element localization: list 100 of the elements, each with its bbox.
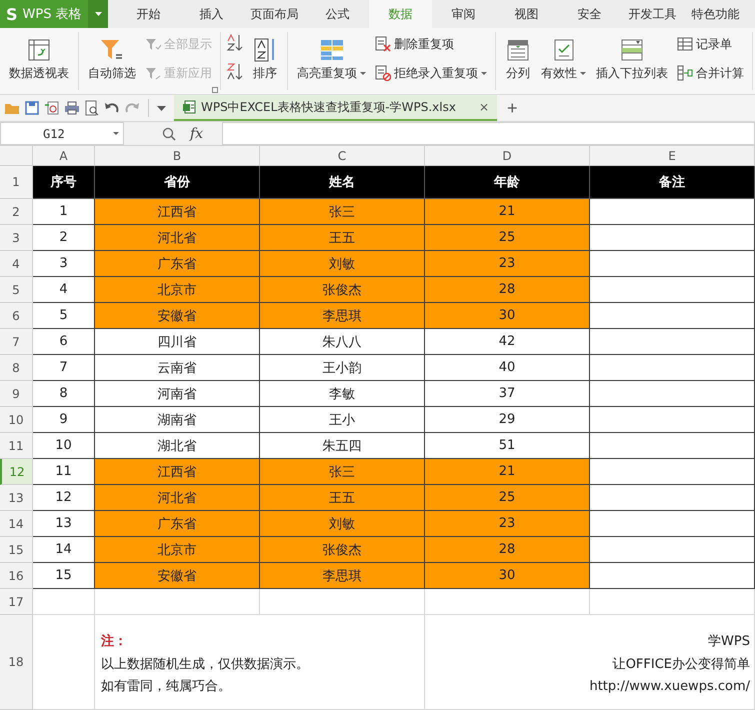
table-cell: 张三 xyxy=(260,199,425,225)
ribbon-button[interactable]: 合并计算 xyxy=(675,63,746,83)
caret-icon xyxy=(580,72,586,74)
name-box[interactable]: G12 xyxy=(0,122,124,145)
zoom-icon[interactable] xyxy=(162,126,176,140)
funnel-icon xyxy=(145,37,161,51)
caret-icon xyxy=(94,12,102,16)
column-header[interactable]: B xyxy=(95,146,260,166)
menu-tab[interactable]: 视图 xyxy=(495,0,558,28)
caret-icon[interactable] xyxy=(157,106,166,110)
row-header[interactable]: 15 xyxy=(0,537,33,563)
table-cell: 广东省 xyxy=(95,511,260,537)
header-cell: 姓名 xyxy=(260,166,425,199)
table-cell: 刘敏 xyxy=(260,511,425,537)
ribbon-button[interactable]: 分列 xyxy=(502,32,534,90)
ribbon-button[interactable]: 高亮重复项 xyxy=(294,32,369,90)
row-header[interactable]: 14 xyxy=(0,511,33,537)
ribbon-button[interactable]: 排序 xyxy=(249,32,281,90)
table-cell: 42 xyxy=(425,329,590,355)
row-header[interactable]: 5 xyxy=(0,277,33,303)
row-header[interactable]: 12 xyxy=(0,459,33,485)
row-header[interactable]: 10 xyxy=(0,407,33,433)
table-cell: 王五 xyxy=(260,225,425,251)
caret-icon xyxy=(113,132,119,135)
note-text: 如有雷同，纯属巧合。 xyxy=(101,678,231,696)
funnel-icon xyxy=(145,66,161,80)
print-icon[interactable] xyxy=(64,100,80,116)
export-document-icon[interactable] xyxy=(44,100,60,116)
header-cell: 序号 xyxy=(33,166,95,199)
table-cell: 河南省 xyxy=(95,381,260,407)
table-cell: 河北省 xyxy=(95,225,260,251)
row-header[interactable]: 6 xyxy=(0,303,33,329)
row-header[interactable]: 18 xyxy=(0,615,33,710)
table-cell: 30 xyxy=(425,563,590,589)
row-header[interactable]: 2 xyxy=(0,199,33,225)
app-menu-button[interactable] xyxy=(88,0,108,28)
formula-input[interactable] xyxy=(222,122,755,145)
row-header[interactable]: 11 xyxy=(0,433,33,459)
menu-tab[interactable]: 开发工具 xyxy=(621,0,684,28)
spreadsheet-file-icon xyxy=(182,100,196,114)
row-header[interactable]: 17 xyxy=(0,589,33,615)
close-tab-button[interactable]: × xyxy=(478,100,490,114)
table-cell: 江西省 xyxy=(95,199,260,225)
table-cell: 25 xyxy=(425,225,590,251)
column-header[interactable]: A xyxy=(33,146,95,166)
table-cell: 安徽省 xyxy=(95,563,260,589)
new-tab-button[interactable]: + xyxy=(507,98,518,118)
column-header[interactable]: D xyxy=(425,146,590,166)
row-header[interactable]: 7 xyxy=(0,329,33,355)
pivot-table-icon xyxy=(26,36,52,62)
merge-icon xyxy=(677,65,693,81)
table-cell: 37 xyxy=(425,381,590,407)
row-header[interactable]: 16 xyxy=(0,563,33,589)
credit-text: http://www.xuewps.com/ xyxy=(589,678,750,696)
ribbon-button[interactable]: 拒绝录入重复项 xyxy=(373,63,489,83)
row-header[interactable]: 3 xyxy=(0,225,33,251)
row-header[interactable]: 8 xyxy=(0,355,33,381)
table-cell: 25 xyxy=(425,485,590,511)
dropdown-list-icon xyxy=(619,36,645,62)
menu-tab[interactable]: 公式 xyxy=(306,0,369,28)
credit-text: 学WPS xyxy=(708,633,750,651)
table-cell: 李思琪 xyxy=(260,303,425,329)
row-header[interactable]: 9 xyxy=(0,381,33,407)
table-cell: 王五 xyxy=(260,485,425,511)
table-cell: 北京市 xyxy=(95,277,260,303)
save-icon[interactable] xyxy=(24,100,40,116)
row-header[interactable]: 1 xyxy=(0,166,33,199)
ribbon-button[interactable]: 有效性 xyxy=(538,32,589,90)
print-preview-icon[interactable] xyxy=(84,100,100,116)
column-header[interactable]: C xyxy=(260,146,425,166)
menu-tab[interactable]: 安全 xyxy=(558,0,621,28)
table-cell: 广东省 xyxy=(95,251,260,277)
row-header[interactable]: 13 xyxy=(0,485,33,511)
document-tab[interactable]: WPS中EXCEL表格快速查找重复项-学WPS.xlsx × xyxy=(174,95,498,121)
table-cell: 7 xyxy=(33,355,95,381)
ribbon-button[interactable]: 自动筛选 xyxy=(85,32,139,90)
ribbon-button[interactable]: 插入下拉列表 xyxy=(593,32,671,90)
logo-text: WPS 表格 xyxy=(22,6,82,23)
table-cell: 40 xyxy=(425,355,590,381)
row-header[interactable]: 4 xyxy=(0,251,33,277)
ribbon-button[interactable]: 数据透视表 xyxy=(6,32,72,90)
table-cell: 29 xyxy=(425,407,590,433)
sort-descending-icon[interactable] xyxy=(227,63,245,81)
menu-tab[interactable]: 审阅 xyxy=(432,0,495,28)
launcher-icon[interactable] xyxy=(212,87,218,93)
table-cell: 安徽省 xyxy=(95,303,260,329)
menu-tab[interactable]: 特色功能 xyxy=(684,0,747,28)
ribbon-button[interactable]: 记录单 xyxy=(675,34,746,54)
table-cell: 9 xyxy=(33,407,95,433)
sort-ascending-icon[interactable] xyxy=(227,34,245,52)
menu-tab[interactable]: 开始 xyxy=(117,0,180,28)
ribbon-button[interactable]: 删除重复项 xyxy=(373,34,489,54)
table-cell: 10 xyxy=(33,433,95,459)
header-cell: 备注 xyxy=(590,166,755,199)
function-button[interactable]: fx xyxy=(190,126,204,142)
column-header[interactable]: E xyxy=(590,146,755,166)
menu-tab[interactable]: 数据 xyxy=(369,0,432,28)
menu-tab[interactable]: 插入 xyxy=(180,0,243,28)
reject-duplicates-icon xyxy=(375,65,391,81)
menu-tab[interactable]: 页面布局 xyxy=(243,0,306,28)
